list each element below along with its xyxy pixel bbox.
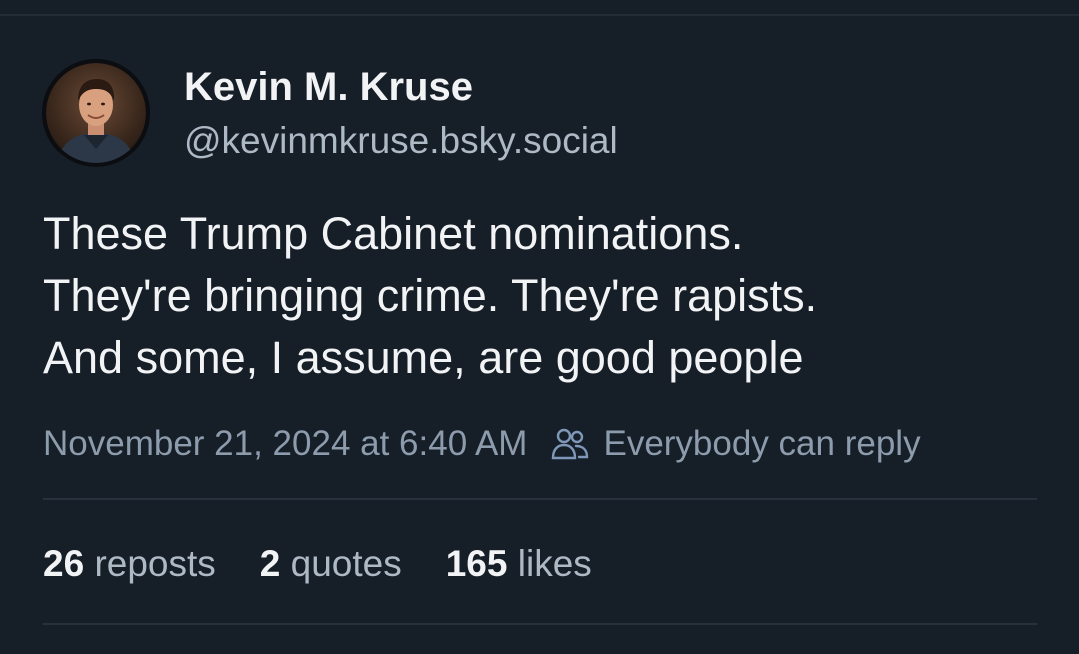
quotes-stat[interactable]: 2 quotes (260, 543, 402, 585)
post-timestamp[interactable]: November 21, 2024 at 6:40 AM (43, 424, 527, 464)
top-divider (0, 14, 1079, 16)
stats-divider (43, 623, 1037, 625)
quotes-count: 2 (259, 543, 281, 584)
likes-count: 165 (445, 543, 508, 584)
post-text: These Trump Cabinet nominations. They're… (43, 203, 1043, 389)
post-text-line: And some, I assume, are good people (43, 332, 804, 383)
author-display-name[interactable]: Kevin M. Kruse (184, 63, 473, 111)
avatar-image (42, 59, 150, 167)
post-stats: 26 reposts 2 quotes 165 likes (43, 540, 636, 588)
meta-divider (43, 498, 1037, 500)
reply-setting[interactable]: Everybody can reply (603, 424, 920, 464)
post-text-line: These Trump Cabinet nominations. (43, 208, 744, 259)
author-avatar[interactable] (42, 59, 150, 167)
people-icon (551, 425, 589, 463)
quotes-label: quotes (290, 543, 402, 584)
author-handle[interactable]: @kevinmkruse.bsky.social (184, 117, 618, 165)
likes-stat[interactable]: 165 likes (446, 543, 592, 585)
post-text-line: They're bringing crime. They're rapists. (43, 270, 818, 321)
reposts-stat[interactable]: 26 reposts (43, 543, 216, 585)
reposts-count: 26 (43, 543, 85, 584)
post-meta: November 21, 2024 at 6:40 AM Everybody c… (43, 422, 921, 466)
likes-label: likes (517, 543, 592, 584)
reposts-label: reposts (94, 543, 216, 584)
